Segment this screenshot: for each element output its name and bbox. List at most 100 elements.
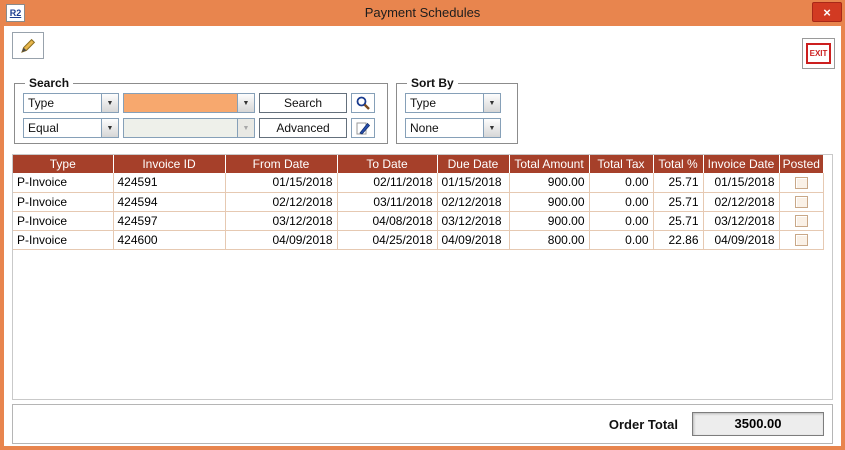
search-row-1: Type ▼ ▼ Search <box>23 93 379 113</box>
advanced-button[interactable]: Advanced <box>259 118 347 138</box>
cell-invoice-id: 424594 <box>113 192 225 211</box>
pen-icon <box>355 120 371 136</box>
sortby-row-1: Type ▼ <box>405 93 509 113</box>
table-row[interactable]: P-Invoice42459402/12/201803/11/201802/12… <box>13 192 823 211</box>
column-header-due-date[interactable]: Due Date <box>437 155 509 173</box>
column-header-type[interactable]: Type <box>13 155 113 173</box>
table-header-row: TypeInvoice IDFrom DateTo DateDue DateTo… <box>13 155 823 173</box>
find-button[interactable] <box>351 93 375 113</box>
cell-total-amount: 800.00 <box>509 230 589 249</box>
cell-from-date: 04/09/2018 <box>225 230 337 249</box>
search-legend: Search <box>25 76 73 90</box>
window-frame: R2 Payment Schedules × EXIT Search Type … <box>0 0 845 450</box>
schedule-table: TypeInvoice IDFrom DateTo DateDue DateTo… <box>13 155 824 250</box>
table-row[interactable]: P-Invoice42460004/09/201804/25/201804/09… <box>13 230 823 249</box>
cell-type: P-Invoice <box>13 211 113 230</box>
cell-to-date: 04/08/2018 <box>337 211 437 230</box>
cell-to-date: 03/11/2018 <box>337 192 437 211</box>
order-total-value: 3500.00 <box>692 412 824 436</box>
search-operator-select[interactable]: Equal ▼ <box>23 118 119 138</box>
cell-invoice-date: 02/12/2018 <box>703 192 779 211</box>
cell-total-pct: 25.71 <box>653 192 703 211</box>
posted-checkbox[interactable] <box>795 215 808 227</box>
posted-checkbox[interactable] <box>795 177 808 189</box>
column-header-total-pct[interactable]: Total % <box>653 155 703 173</box>
table-row[interactable]: P-Invoice42459101/15/201802/11/201801/15… <box>13 173 823 192</box>
search-button[interactable]: Search <box>259 93 347 113</box>
cell-total-tax: 0.00 <box>589 211 653 230</box>
column-header-from-date[interactable]: From Date <box>225 155 337 173</box>
edit-button[interactable] <box>12 32 44 59</box>
column-header-posted[interactable]: Posted <box>779 155 823 173</box>
search-field-select[interactable]: Type ▼ <box>23 93 119 113</box>
table-body: P-Invoice42459101/15/201802/11/201801/15… <box>13 173 823 249</box>
cell-due-date: 04/09/2018 <box>437 230 509 249</box>
column-header-invoice-date[interactable]: Invoice Date <box>703 155 779 173</box>
exit-label: EXIT <box>806 43 832 64</box>
sortby-secondary-value: None <box>406 119 483 137</box>
magnifier-icon <box>355 95 371 111</box>
posted-checkbox[interactable] <box>795 234 808 246</box>
cell-invoice-id: 424600 <box>113 230 225 249</box>
cell-total-amount: 900.00 <box>509 211 589 230</box>
sortby-legend: Sort By <box>407 76 458 90</box>
chevron-down-icon: ▼ <box>237 119 254 137</box>
cell-type: P-Invoice <box>13 192 113 211</box>
dialog-content: EXIT Search Type ▼ ▼ Search <box>4 26 841 446</box>
search-value-text <box>124 94 237 112</box>
cell-posted <box>779 192 823 211</box>
cell-total-pct: 25.71 <box>653 211 703 230</box>
column-header-to-date[interactable]: To Date <box>337 155 437 173</box>
cell-invoice-date: 04/09/2018 <box>703 230 779 249</box>
cell-total-pct: 22.86 <box>653 230 703 249</box>
sortby-row-2: None ▼ <box>405 118 509 138</box>
cell-posted <box>779 211 823 230</box>
search-groupbox: Search Type ▼ ▼ Search <box>14 76 388 144</box>
cell-to-date: 02/11/2018 <box>337 173 437 192</box>
column-header-invoice-id[interactable]: Invoice ID <box>113 155 225 173</box>
sortby-groupbox: Sort By Type ▼ None ▼ <box>396 76 518 144</box>
cell-posted <box>779 230 823 249</box>
cell-to-date: 04/25/2018 <box>337 230 437 249</box>
posted-checkbox[interactable] <box>795 196 808 208</box>
cell-type: P-Invoice <box>13 230 113 249</box>
cell-from-date: 02/12/2018 <box>225 192 337 211</box>
cell-from-date: 03/12/2018 <box>225 211 337 230</box>
cell-due-date: 03/12/2018 <box>437 211 509 230</box>
cell-from-date: 01/15/2018 <box>225 173 337 192</box>
search-row-2: Equal ▼ ▼ Advanced <box>23 118 379 138</box>
chevron-down-icon[interactable]: ▼ <box>483 119 500 137</box>
cell-total-tax: 0.00 <box>589 230 653 249</box>
chevron-down-icon[interactable]: ▼ <box>483 94 500 112</box>
search-field-value: Type <box>24 94 101 112</box>
search-value-select[interactable]: ▼ <box>123 93 255 113</box>
cell-total-pct: 25.71 <box>653 173 703 192</box>
cell-total-tax: 0.00 <box>589 192 653 211</box>
chevron-down-icon[interactable]: ▼ <box>237 94 254 112</box>
cell-due-date: 01/15/2018 <box>437 173 509 192</box>
exit-button[interactable]: EXIT <box>802 38 835 69</box>
cell-total-tax: 0.00 <box>589 173 653 192</box>
chevron-down-icon[interactable]: ▼ <box>101 119 118 137</box>
cell-due-date: 02/12/2018 <box>437 192 509 211</box>
cell-invoice-date: 01/15/2018 <box>703 173 779 192</box>
advanced-find-button[interactable] <box>351 118 375 138</box>
pencil-icon <box>19 37 37 55</box>
cell-invoice-id: 424591 <box>113 173 225 192</box>
close-button[interactable]: × <box>812 2 842 22</box>
search-operator-value-select: ▼ <box>123 118 255 138</box>
footer: Order Total 3500.00 <box>12 404 833 444</box>
cell-type: P-Invoice <box>13 173 113 192</box>
table-row[interactable]: P-Invoice42459703/12/201804/08/201803/12… <box>13 211 823 230</box>
cell-total-amount: 900.00 <box>509 192 589 211</box>
schedule-table-area: TypeInvoice IDFrom DateTo DateDue DateTo… <box>12 154 833 400</box>
sortby-primary-select[interactable]: Type ▼ <box>405 93 501 113</box>
column-header-total-amount[interactable]: Total Amount <box>509 155 589 173</box>
window-title: Payment Schedules <box>0 5 845 20</box>
cell-invoice-id: 424597 <box>113 211 225 230</box>
column-header-total-tax[interactable]: Total Tax <box>589 155 653 173</box>
search-operator-value: Equal <box>24 119 101 137</box>
cell-total-amount: 900.00 <box>509 173 589 192</box>
chevron-down-icon[interactable]: ▼ <box>101 94 118 112</box>
sortby-secondary-select[interactable]: None ▼ <box>405 118 501 138</box>
